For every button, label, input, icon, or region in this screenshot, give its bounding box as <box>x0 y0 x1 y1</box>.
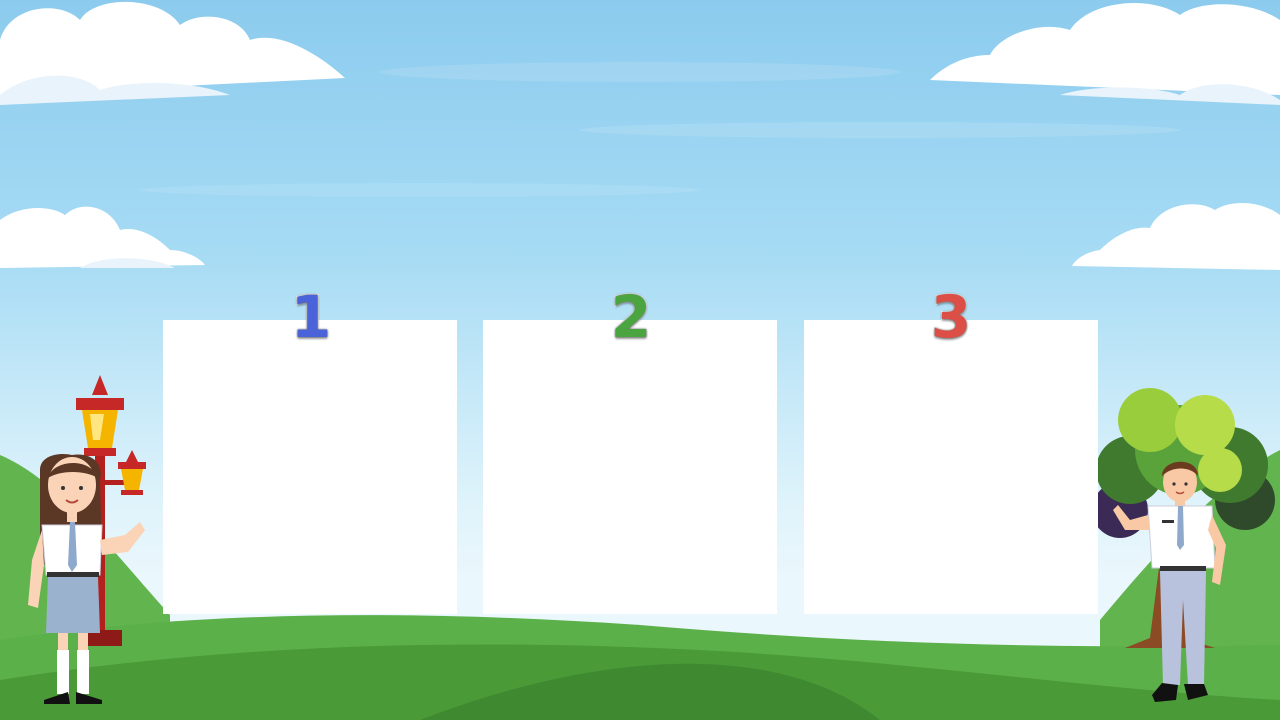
content-box-3-body[interactable] <box>816 332 1086 602</box>
box-number-3: 3 <box>930 282 972 352</box>
box-number-1: 1 <box>290 282 332 352</box>
slide-canvas: 1 2 3 <box>0 0 1280 720</box>
content-box-1[interactable] <box>163 320 457 614</box>
content-box-3[interactable] <box>804 320 1098 614</box>
box-number-2: 2 <box>610 282 652 352</box>
content-box-2-body[interactable] <box>495 332 765 602</box>
content-box-2[interactable] <box>483 320 777 614</box>
content-box-1-body[interactable] <box>175 332 445 602</box>
